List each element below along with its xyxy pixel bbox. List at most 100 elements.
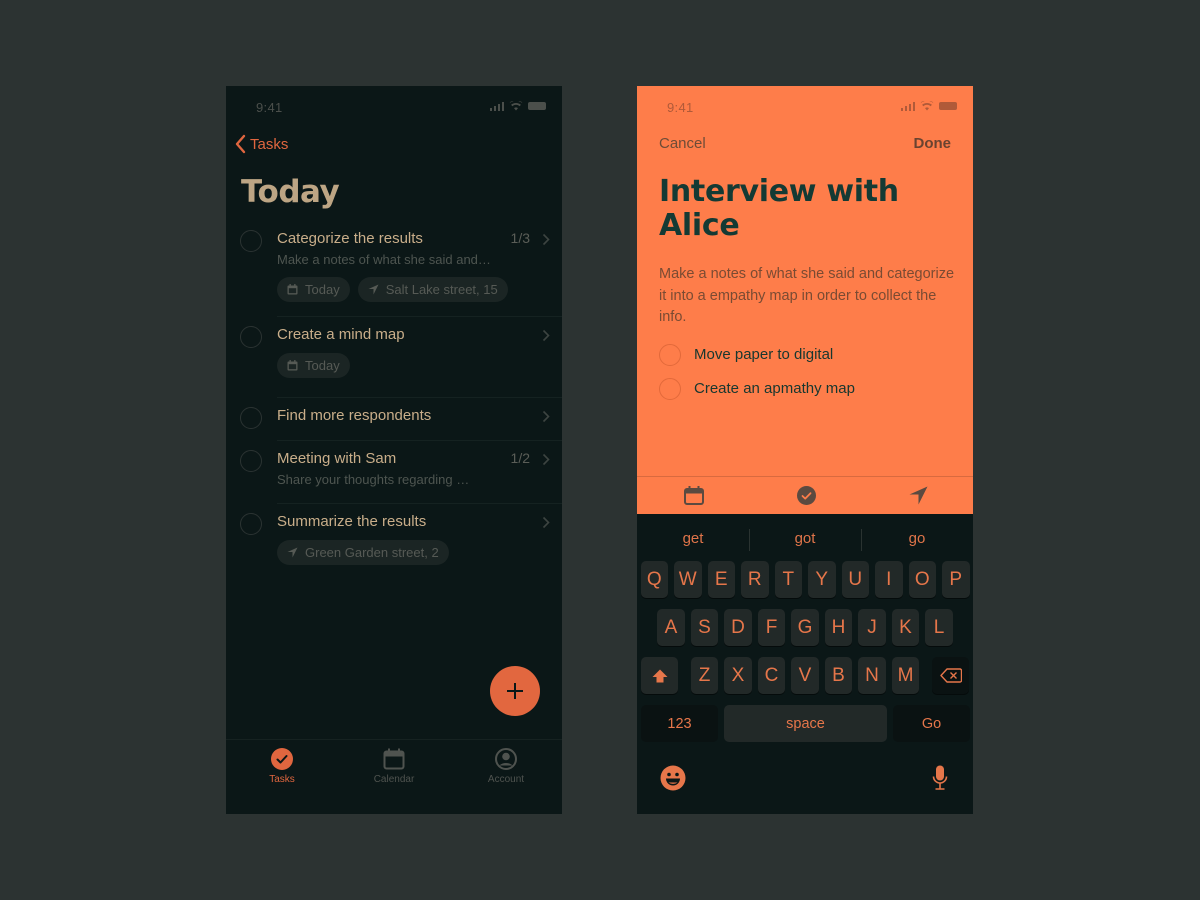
status-bar: 9:41 [226,86,562,126]
task-list-screen: 9:41 Tasks Today Categorize the results … [226,86,562,814]
chip-label: Salt Lake street, 15 [385,282,498,297]
key[interactable]: L [925,609,953,646]
delete-key[interactable] [932,657,969,694]
task-item[interactable]: Meeting with Sam Share your thoughts reg… [226,441,562,504]
task-checkbox[interactable] [240,450,262,472]
key[interactable]: A [657,609,685,646]
key[interactable]: D [724,609,752,646]
cancel-button[interactable]: Cancel [659,135,706,152]
key[interactable]: O [908,561,936,598]
tab-bar: Tasks Calendar Account [226,739,562,814]
tab-account[interactable]: Account [456,748,556,785]
done-button[interactable]: Done [914,135,952,152]
key[interactable]: C [757,657,786,694]
space-key[interactable]: space [724,705,887,742]
subtask-item[interactable]: Move paper to digital [659,344,855,378]
key[interactable]: W [674,561,702,598]
location-arrow-icon [287,547,298,558]
location-chip[interactable]: Green Garden street, 2 [277,540,449,565]
key[interactable]: I [875,561,903,598]
key[interactable]: B [824,657,853,694]
keyboard: get got go Q W E R T Y U I O P A S D F G… [637,515,973,814]
calendar-icon [383,748,405,770]
key[interactable]: K [891,609,920,646]
microphone-icon [932,765,948,790]
chevron-right-icon [542,516,550,529]
tab-tasks[interactable]: Tasks [232,748,332,785]
task-description[interactable]: Make a notes of what she said and catego… [659,264,959,329]
go-key[interactable]: Go [893,705,970,742]
set-date-button[interactable] [682,486,706,506]
task-checkbox[interactable] [240,407,262,429]
subtask-item[interactable]: Create an apmathy map [659,378,855,412]
task-title: Create a mind map [277,326,405,343]
numbers-key[interactable]: 123 [641,705,718,742]
key[interactable]: R [741,561,769,598]
key[interactable]: Z [690,657,719,694]
suggestion[interactable]: get [637,515,749,561]
location-chip[interactable]: Salt Lake street, 15 [357,277,508,302]
subtask-label: Move paper to digital [694,346,834,363]
suggestion[interactable]: got [749,515,861,561]
signal-icon [489,101,504,111]
location-arrow-icon [909,486,927,505]
status-time: 9:41 [667,100,694,115]
calendar-icon [287,284,298,295]
key[interactable]: M [891,657,920,694]
calendar-icon [684,486,704,505]
key[interactable]: V [791,657,819,694]
task-detail-screen: 9:41 Cancel Done Interview with Alice Ma… [637,86,973,814]
task-title: Find more respondents [277,407,432,424]
page-title: Today [241,174,340,210]
key[interactable]: N [858,657,886,694]
key[interactable]: X [724,657,752,694]
key[interactable]: Y [808,561,836,598]
task-checkbox[interactable] [240,326,262,348]
subtask-count: 1/2 [510,450,530,466]
key[interactable]: T [774,561,802,598]
tab-label: Tasks [269,774,295,785]
chip-label: Green Garden street, 2 [305,545,439,560]
back-label: Tasks [250,135,289,153]
task-item[interactable]: Find more respondents [226,398,562,441]
key[interactable]: S [690,609,719,646]
date-chip[interactable]: Today [277,353,350,378]
subtask-checkbox[interactable] [659,344,681,366]
key[interactable]: U [841,561,869,598]
set-location-button[interactable] [906,486,930,506]
key[interactable]: J [858,609,886,646]
key[interactable]: P [942,561,970,598]
date-chip[interactable]: Today [277,277,350,302]
add-subtask-button[interactable] [794,486,818,506]
emoji-button[interactable] [660,765,686,796]
task-item[interactable]: Create a mind map Today [226,317,562,398]
emoji-icon [660,765,686,791]
key[interactable]: H [824,609,853,646]
back-button[interactable]: Tasks [234,134,288,154]
key[interactable]: E [707,561,735,598]
suggestion[interactable]: go [861,515,973,561]
task-item[interactable]: Summarize the results Green Garden stree… [226,504,562,574]
accessory-toolbar [637,476,973,514]
dictation-button[interactable] [932,765,948,796]
add-task-button[interactable] [490,666,540,716]
subtask-checkbox[interactable] [659,378,681,400]
task-item[interactable]: Categorize the results Make a notes of w… [226,221,562,317]
task-title: Summarize the results [277,513,427,530]
key[interactable]: G [791,609,819,646]
tab-calendar[interactable]: Calendar [344,748,444,785]
key-row-2: A S D F G H J K L [637,609,973,646]
task-checkbox[interactable] [240,230,262,252]
task-subtitle: Make a notes of what she said and… [277,252,491,267]
key[interactable]: F [757,609,786,646]
shift-key[interactable] [641,657,678,694]
chevron-right-icon [542,329,550,342]
task-title[interactable]: Interview with Alice [659,175,949,243]
status-bar: 9:41 [637,86,973,126]
chevron-left-icon [235,134,246,154]
task-subtitle: Share your thoughts regarding … [277,472,470,487]
task-checkbox[interactable] [240,513,262,535]
backspace-icon [939,668,962,683]
key[interactable]: Q [640,561,668,598]
battery-icon [528,102,546,110]
